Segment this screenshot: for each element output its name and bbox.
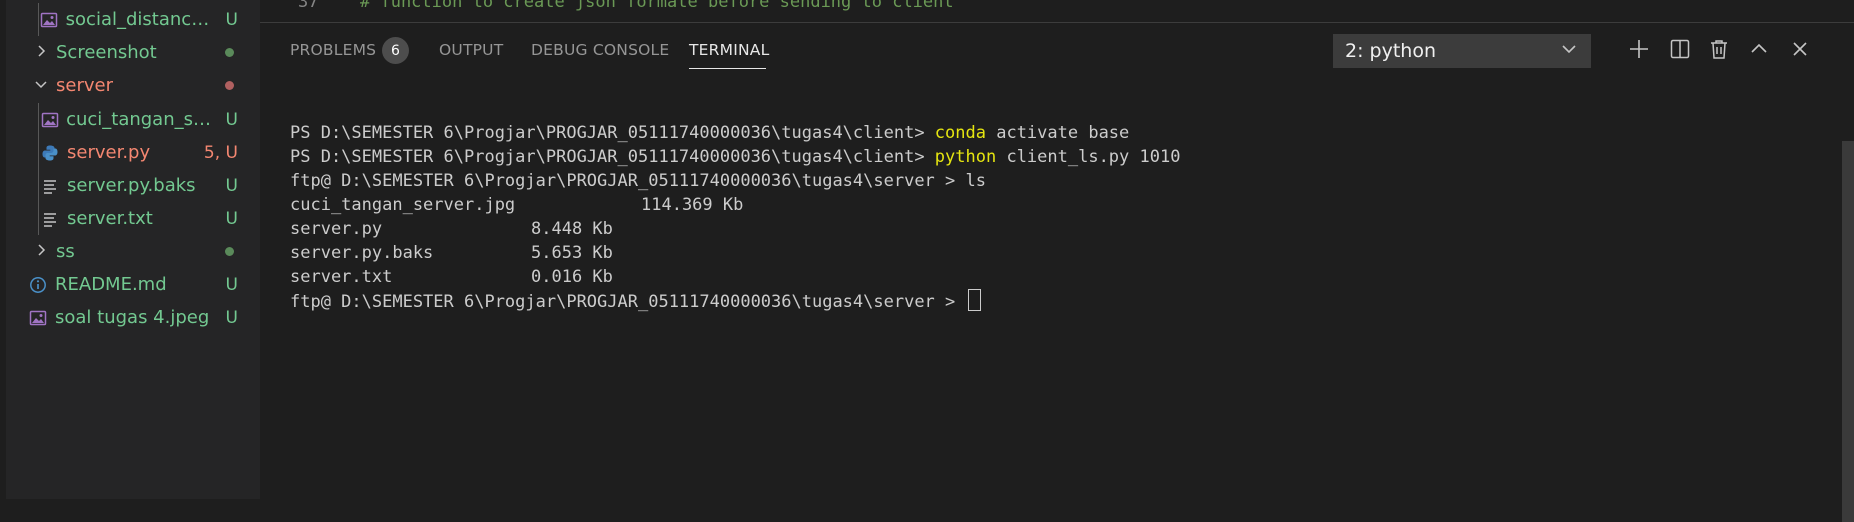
terminal-prompt: ftp@ D:\SEMESTER 6\Progjar\PROGJAR_05111… — [290, 292, 966, 312]
file-size: 8.448 Kb — [531, 219, 613, 239]
file-listing-row: server.py 8.448 Kb — [290, 217, 1180, 241]
terminal-cursor — [967, 289, 981, 311]
explorer-item[interactable]: server.txt U — [6, 202, 260, 235]
git-status-badge: U — [225, 307, 238, 328]
explorer-item-label: server.py — [67, 142, 151, 163]
chevron-up-icon — [1748, 38, 1770, 64]
file-name: server.txt — [290, 267, 393, 287]
image-file-icon — [40, 110, 59, 130]
git-status-badge: U — [225, 9, 238, 30]
file-name: server.py — [290, 219, 383, 239]
explorer-item[interactable]: README.md U — [6, 268, 260, 301]
chevron-down-icon — [34, 76, 48, 95]
explorer-item-label: README.md — [55, 274, 167, 295]
terminal-output[interactable]: PS D:\SEMESTER 6\Progjar\PROGJAR_0511174… — [290, 121, 1180, 314]
file-size: 5.653 Kb — [531, 243, 613, 263]
explorer-sidebar: social_distancin... U Screenshot server cuci… — [0, 0, 260, 499]
git-status-badge: U — [225, 175, 238, 196]
explorer-item[interactable]: server.py 5, U — [6, 136, 260, 169]
indent-guide — [38, 169, 39, 202]
file-size: 0.016 Kb — [531, 267, 613, 287]
terminal-line: ftp@ D:\SEMESTER 6\Progjar\PROGJAR_05111… — [290, 171, 986, 191]
image-file-icon — [40, 10, 59, 30]
new-terminal-button[interactable] — [1623, 35, 1655, 67]
terminal-line: PS D:\SEMESTER 6\Progjar\PROGJAR_0511174… — [290, 145, 1180, 169]
info-icon — [28, 275, 48, 295]
indent-guide — [38, 136, 39, 169]
bottom-panel: PROBLEMS 6 OUTPUT DEBUG CONSOLE TERMINAL… — [260, 23, 1854, 522]
terminal-select-dropdown[interactable]: 2: python — [1333, 34, 1591, 68]
tab-terminal[interactable]: TERMINAL — [689, 41, 769, 59]
text-file-icon — [40, 209, 60, 229]
terminal-command: conda — [934, 123, 986, 143]
chevron-right-icon — [34, 242, 48, 261]
chevron-right-icon — [34, 43, 48, 62]
line-number: 37 — [298, 0, 319, 12]
file-listing: cuci_tangan_server.jpg 114.369 Kb server.p… — [290, 193, 1180, 289]
explorer-item-label: server.txt — [67, 208, 153, 229]
split-icon — [1669, 38, 1691, 64]
split-terminal-button[interactable] — [1664, 35, 1696, 67]
explorer-item-label: soal tugas 4.jpeg — [55, 307, 210, 328]
explorer-item[interactable]: soal tugas 4.jpeg U — [6, 301, 260, 334]
close-panel-button[interactable] — [1784, 35, 1816, 67]
terminal-prompt: PS D:\SEMESTER 6\Progjar\PROGJAR_0511174… — [290, 123, 935, 143]
explorer-item[interactable]: server — [6, 69, 260, 102]
text-file-icon — [40, 176, 60, 196]
maximize-panel-button[interactable] — [1743, 35, 1775, 67]
explorer-item[interactable]: server.py.baks U — [6, 169, 260, 202]
git-status-badge: U — [225, 208, 238, 229]
explorer-item[interactable]: Screenshot — [6, 36, 260, 69]
file-listing-row: server.py.baks 5.653 Kb — [290, 241, 1180, 265]
file-name: cuci_tangan_server.jpg — [290, 195, 516, 215]
image-file-icon — [28, 308, 48, 328]
plus-icon — [1628, 38, 1650, 64]
explorer-item[interactable]: cuci_tangan_se... U — [6, 103, 260, 136]
terminal-args: activate base — [985, 123, 1130, 143]
code-comment-line[interactable]: # function to create json formate before… — [360, 0, 954, 12]
file-size: 114.369 Kb — [641, 195, 744, 215]
git-status-dot — [225, 48, 234, 57]
active-tab-indicator — [689, 68, 766, 69]
problems-count-badge: 6 — [382, 37, 409, 64]
indent-guide — [38, 202, 39, 235]
git-status-badge: U — [225, 109, 238, 130]
terminal-prompt: PS D:\SEMESTER 6\Progjar\PROGJAR_0511174… — [290, 147, 935, 167]
git-status-badge: 5, U — [203, 142, 238, 163]
kill-terminal-button[interactable] — [1703, 35, 1735, 67]
chevron-down-icon — [1559, 39, 1579, 64]
terminal-args: client_ls.py 1010 — [996, 147, 1181, 167]
tab-problems[interactable]: PROBLEMS — [290, 41, 376, 59]
git-status-dot — [225, 81, 234, 90]
tab-debug-console[interactable]: DEBUG CONSOLE — [531, 41, 669, 59]
trash-icon — [1708, 38, 1730, 64]
git-status-dot — [225, 247, 234, 256]
terminal-select-value: 2: python — [1345, 40, 1436, 62]
editor-area[interactable]: 37 # function to create json formate bef… — [260, 0, 1854, 23]
explorer-item[interactable]: ss — [6, 235, 260, 268]
close-icon — [1789, 38, 1811, 64]
file-listing-row: server.txt 0.016 Kb — [290, 265, 1180, 289]
git-status-badge: U — [225, 274, 238, 295]
explorer-item-label: Screenshot — [56, 42, 157, 63]
indent-guide — [38, 3, 39, 36]
terminal-line: PS D:\SEMESTER 6\Progjar\PROGJAR_0511174… — [290, 121, 1180, 145]
terminal-command: python — [934, 147, 997, 167]
python-file-icon — [40, 143, 60, 163]
explorer-item-label: cuci_tangan_se... — [66, 109, 214, 130]
file-name: server.py.baks — [290, 243, 434, 263]
explorer-item-label: server.py.baks — [67, 175, 196, 196]
explorer-item[interactable]: social_distancin... U — [6, 3, 260, 36]
explorer-item-label: server — [56, 75, 113, 96]
file-listing-row: cuci_tangan_server.jpg 114.369 Kb — [290, 193, 1180, 217]
indent-guide — [38, 103, 39, 136]
explorer-item-label: social_distancin... — [65, 9, 214, 30]
explorer-item-label: ss — [56, 241, 75, 262]
tab-output[interactable]: OUTPUT — [439, 41, 503, 59]
terminal-line: ftp@ D:\SEMESTER 6\Progjar\PROGJAR_05111… — [290, 289, 1180, 314]
terminal-scrollbar[interactable] — [1842, 141, 1854, 522]
